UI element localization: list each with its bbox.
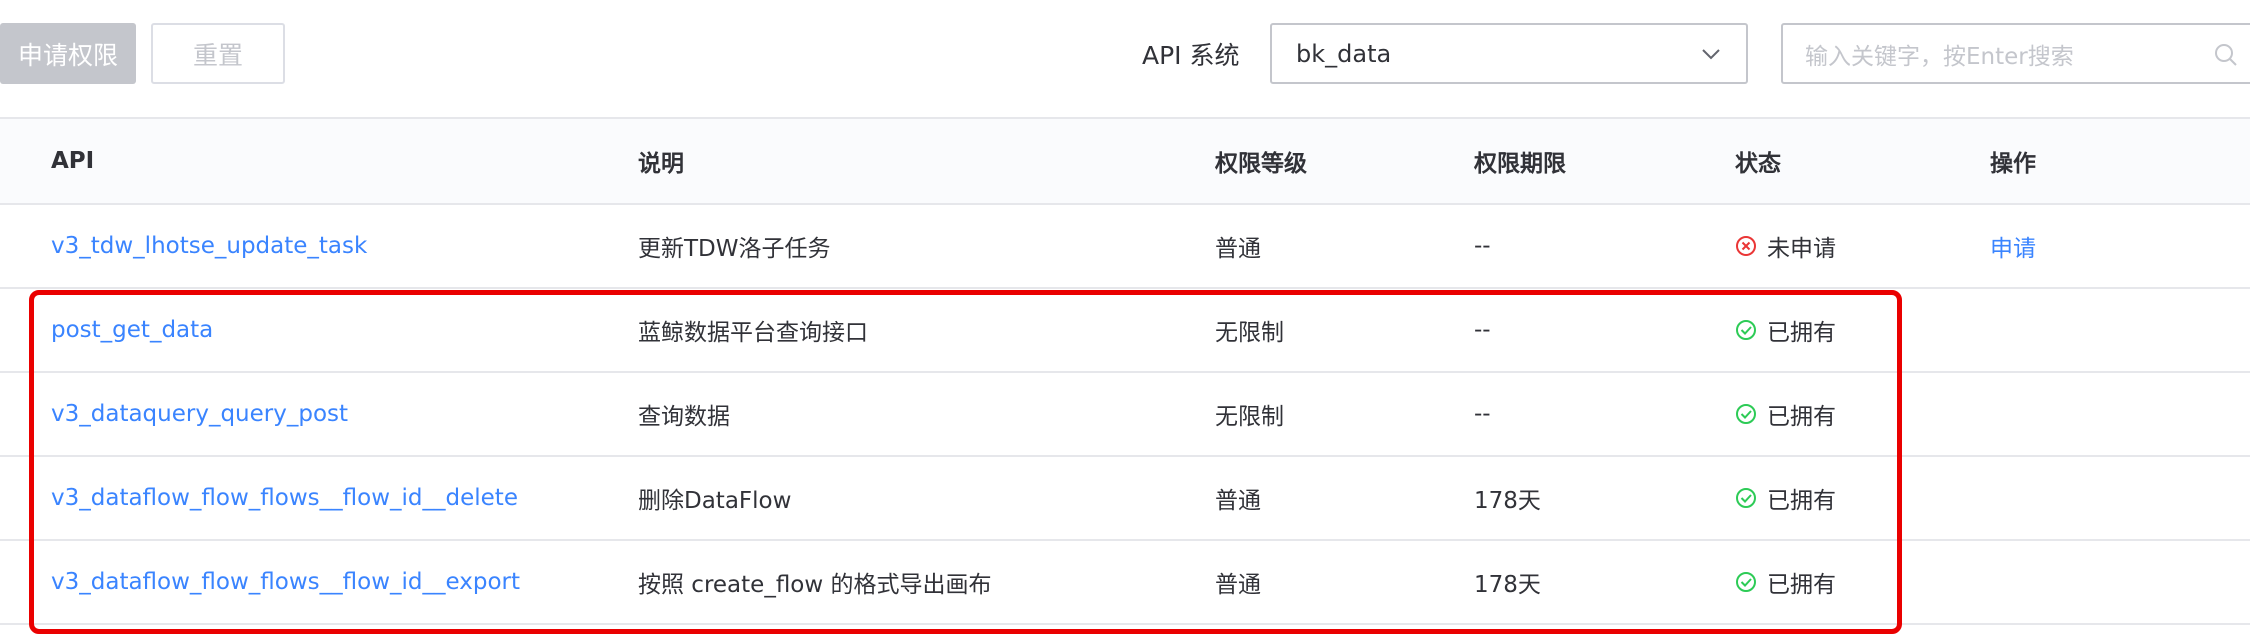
status-text: 未申请 (1767, 236, 1836, 262)
api-system-label: API 系统 (1142, 40, 1240, 70)
api-table: API 说明 权限等级 权限期限 状态 操作 v3_tdw_lhotse_upd… (0, 117, 2250, 625)
search-placeholder: 输入关键字，按Enter搜索 (1805, 43, 2074, 70)
header-level: 权限等级 (1215, 151, 1307, 177)
status-cell: 已拥有 (1735, 289, 1836, 371)
header-status: 状态 (1735, 151, 1781, 177)
permission-level: 无限制 (1215, 320, 1284, 346)
apply-permission-button[interactable]: 申请权限 (0, 23, 136, 84)
permission-level: 普通 (1215, 572, 1261, 598)
api-description: 删除DataFlow (638, 488, 792, 514)
apply-link[interactable]: 申请 (1990, 205, 2036, 287)
api-description: 查询数据 (638, 404, 730, 430)
api-system-value: bk_data (1296, 39, 1392, 68)
api-permission-page: 申请权限 重置 API 系统 bk_data 输入关键字，按Enter搜索 AP… (0, 0, 2250, 644)
permission-level: 无限制 (1215, 404, 1284, 430)
permission-term: -- (1474, 233, 1491, 259)
api-name-link[interactable]: v3_dataflow_flow_flows__flow_id__delete (51, 457, 518, 539)
status-text: 已拥有 (1767, 404, 1836, 430)
api-name-link[interactable]: post_get_data (51, 289, 213, 371)
api-system-select[interactable]: bk_data (1270, 23, 1748, 84)
permission-level: 普通 (1215, 488, 1261, 514)
search-input[interactable]: 输入关键字，按Enter搜索 (1781, 23, 2250, 84)
api-description: 按照 create_flow 的格式导出画布 (638, 572, 992, 598)
permission-term: -- (1474, 401, 1491, 427)
status-text: 已拥有 (1767, 572, 1836, 598)
check-circle-icon (1736, 488, 1756, 508)
table-row: v3_dataflow_flow_flows__flow_id__export … (0, 541, 2250, 625)
status-cell: 已拥有 (1735, 541, 1836, 623)
status-text: 已拥有 (1767, 320, 1836, 346)
table-row: v3_dataflow_flow_flows__flow_id__delete … (0, 457, 2250, 541)
check-circle-icon (1736, 404, 1756, 424)
api-name-link[interactable]: v3_dataquery_query_post (51, 373, 348, 455)
table-header-row: API 说明 权限等级 权限期限 状态 操作 (0, 117, 2250, 205)
header-api: API (51, 148, 95, 174)
header-op: 操作 (1990, 151, 2036, 177)
status-cell: 未申请 (1735, 205, 1836, 287)
status-cell: 已拥有 (1735, 373, 1836, 455)
table-row: post_get_data 蓝鲸数据平台查询接口 无限制 -- 已拥有 (0, 289, 2250, 373)
permission-level: 普通 (1215, 236, 1261, 262)
header-term: 权限期限 (1474, 151, 1566, 177)
api-description: 蓝鲸数据平台查询接口 (638, 320, 868, 346)
api-description: 更新TDW洛子任务 (638, 236, 831, 262)
api-name-link[interactable]: v3_tdw_lhotse_update_task (51, 205, 367, 287)
permission-term: 178天 (1474, 572, 1541, 598)
status-cell: 已拥有 (1735, 457, 1836, 539)
permission-term: -- (1474, 317, 1491, 343)
table-row: v3_dataquery_query_post 查询数据 无限制 -- 已拥有 (0, 373, 2250, 457)
close-circle-icon (1736, 236, 1756, 256)
api-name-link[interactable]: v3_dataflow_flow_flows__flow_id__export (51, 541, 520, 623)
check-circle-icon (1736, 320, 1756, 340)
table-row: v3_tdw_lhotse_update_task 更新TDW洛子任务 普通 -… (0, 205, 2250, 289)
status-text: 已拥有 (1767, 488, 1836, 514)
header-desc: 说明 (638, 151, 684, 177)
permission-term: 178天 (1474, 488, 1541, 514)
search-icon[interactable] (2213, 42, 2239, 68)
chevron-down-icon (1702, 49, 1720, 60)
reset-button[interactable]: 重置 (151, 23, 285, 84)
check-circle-icon (1736, 572, 1756, 592)
